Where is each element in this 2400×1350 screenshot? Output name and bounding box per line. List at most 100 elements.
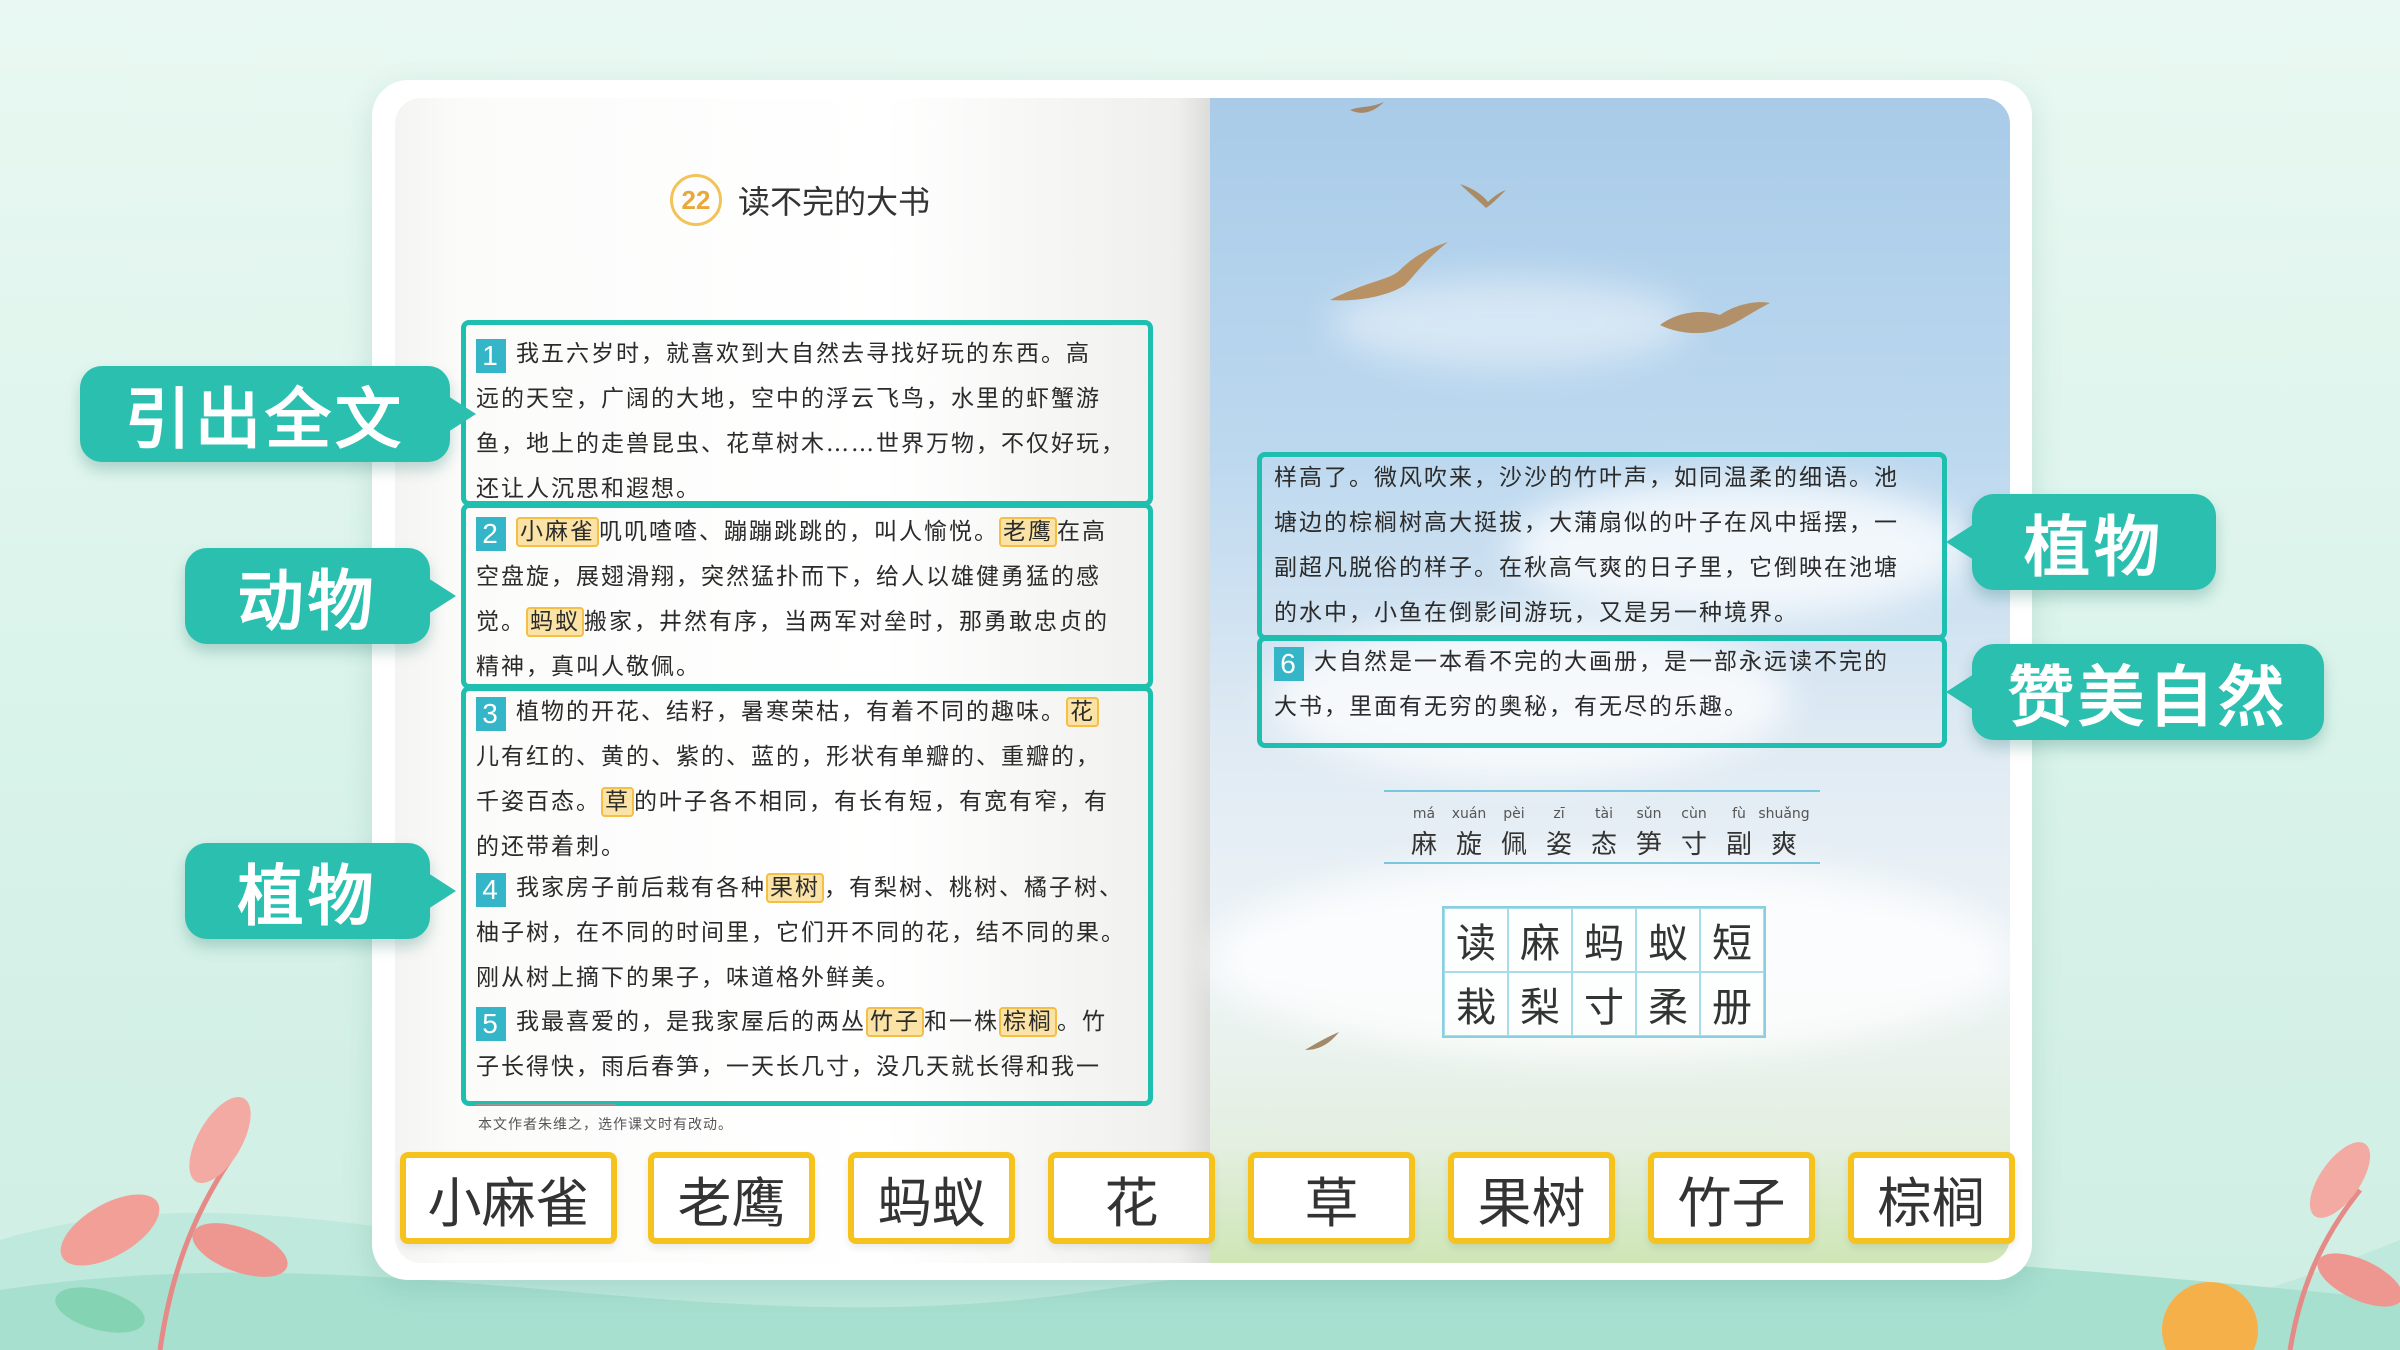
text-segment: 和一株 bbox=[924, 1009, 999, 1035]
text-line: 远的天空，广阔的大地，空中的浮云飞鸟，水里的虾蟹游 bbox=[476, 377, 1136, 422]
paragraph-2: 2 小麻雀 叽叽喳喳、蹦蹦跳跳的，叫人愉悦。 老鹰 在高 空盘旋，展翅滑翔，突然猛扑而下，… bbox=[476, 510, 1136, 690]
text-segment: 样高了。微风吹来，沙沙的竹叶声，如同温柔的细语。池 bbox=[1274, 465, 1899, 491]
text-segment: 精神，真叫人敬佩。 bbox=[476, 654, 701, 680]
vocab-character: 姿 bbox=[1545, 830, 1572, 860]
vocab-pinyin: tài bbox=[1595, 806, 1613, 822]
text-segment: 搬家，井然有序，当两军对垒时，那勇敢忠贞的 bbox=[584, 609, 1109, 635]
writing-grid-character: 寸 bbox=[1572, 972, 1636, 1036]
vocab-item: má 麻 bbox=[1410, 806, 1438, 861]
tag-plants-left: 植物 bbox=[185, 843, 456, 939]
text-segment: 鱼，地上的走兽昆虫、花草树木……世界万物，不仅好玩， bbox=[476, 431, 1126, 457]
paragraph-number: 4 bbox=[476, 873, 506, 907]
paragraph-3: 3 植物的开花、结籽，暑寒荣枯，有着不同的趣味。花儿有红的、黄的、紫的、蓝的，形状… bbox=[476, 690, 1136, 870]
vocab-pinyin: xuán bbox=[1451, 806, 1487, 822]
text-segment: 刚从树上摘下的果子，味道格外鲜美。 bbox=[476, 965, 901, 991]
paragraph-6: 6 大自然是一本看不完的大画册，是一部永远读不完的大书，里面有无穷的奥秘，有无尽的… bbox=[1274, 640, 1929, 730]
tag-plants-right: 植物 bbox=[1946, 494, 2216, 590]
highlighted-word: 小麻雀 bbox=[516, 517, 599, 547]
word-card[interactable]: 老鹰 bbox=[648, 1152, 815, 1244]
text-segment: 的还带着刺。 bbox=[476, 834, 626, 860]
vocab-item: fù 副 bbox=[1725, 806, 1753, 861]
word-card[interactable]: 花 bbox=[1048, 1152, 1215, 1244]
text-segment: 叽叽喳喳、蹦蹦跳跳的，叫人愉悦。 bbox=[599, 519, 999, 545]
tag-animals: 动物 bbox=[185, 548, 456, 644]
text-line: 副超凡脱俗的样子。在秋高气爽的日子里，它倒映在池塘 bbox=[1274, 546, 1929, 591]
vocab-item: pèi 佩 bbox=[1500, 806, 1528, 861]
paragraph-4: 4 我家房子前后栽有各种 果树 ，有梨树、桃树、橘子树、柚子树，在不同的时间里，它们开… bbox=[476, 866, 1136, 1001]
vocab-item: shuǎng 爽 bbox=[1758, 806, 1809, 861]
word-card[interactable]: 草 bbox=[1248, 1152, 1415, 1244]
paragraph-1: 1 我五六岁时，就喜欢到大自然去寻找好玩的东西。高远的天空，广阔的大地，空中的浮云… bbox=[476, 332, 1136, 512]
lesson-number-badge: 22 bbox=[670, 174, 722, 226]
text-segment: 在高 bbox=[1057, 519, 1107, 545]
bird-illustration bbox=[1460, 184, 1506, 208]
word-card[interactable]: 棕榈 bbox=[1848, 1152, 2015, 1244]
vocab-character: 寸 bbox=[1680, 830, 1707, 860]
vocab-item: cùn 寸 bbox=[1680, 806, 1708, 861]
writing-grid-character: 册 bbox=[1700, 972, 1764, 1036]
vocab-pinyin: fù bbox=[1732, 806, 1746, 822]
vocab-list: má 麻 xuán 旋 pèi 佩 zī 姿 tài 态 sǔn 笋 cùn 寸 fù 副 shuǎng 爽 bbox=[1410, 806, 1810, 861]
vocab-pinyin: cùn bbox=[1681, 806, 1707, 822]
text-line: 还让人沉思和遐想。 bbox=[476, 467, 1136, 512]
text-segment: 的水中，小鱼在倒影间游玩，又是另一种境界。 bbox=[1274, 600, 1799, 626]
text-line: 塘边的棕榈树高大挺拔，大蒲扇似的叶子在风中摇摆，一 bbox=[1274, 501, 1929, 546]
paragraph-number: 3 bbox=[476, 697, 506, 731]
word-card[interactable]: 小麻雀 bbox=[400, 1152, 617, 1244]
text-segment: 我家房子前后栽有各种 bbox=[516, 875, 766, 901]
vocab-item: zī 姿 bbox=[1545, 806, 1573, 861]
text-line: 3 植物的开花、结籽，暑寒荣枯，有着不同的趣味。花 bbox=[476, 690, 1136, 735]
text-segment: 子长得快，雨后春笋，一天长几寸，没几天就长得和我一 bbox=[476, 1054, 1101, 1080]
word-card[interactable]: 蚂蚁 bbox=[848, 1152, 1015, 1244]
vocab-character: 旋 bbox=[1455, 830, 1482, 860]
leaf-decoration-right bbox=[2162, 1142, 2400, 1350]
paragraph-number: 1 bbox=[476, 339, 506, 373]
vocab-item: xuán 旋 bbox=[1452, 806, 1487, 861]
text-line: 柚子树，在不同的时间里，它们开不同的花，结不同的果。 bbox=[476, 911, 1136, 956]
paragraph-5: 5 我最喜爱的，是我家屋后的两丛 竹子 和一株 棕榈 。竹子长得快，雨后春笋，一天长几寸，… bbox=[476, 1000, 1136, 1090]
vocab-character: 佩 bbox=[1500, 830, 1527, 860]
text-segment: 觉。 bbox=[476, 609, 526, 635]
vocab-bottom-line bbox=[1384, 862, 1820, 864]
text-line: 大书，里面有无穷的奥秘，有无尽的乐趣。 bbox=[1274, 685, 1929, 730]
text-segment: 的叶子各不相同，有长有短，有宽有窄，有 bbox=[634, 789, 1109, 815]
text-segment: 还让人沉思和遐想。 bbox=[476, 476, 701, 502]
vocab-top-line bbox=[1384, 790, 1820, 792]
text-line: 子长得快，雨后春笋，一天长几寸，没几天就长得和我一 bbox=[476, 1045, 1136, 1090]
word-card[interactable]: 竹子 bbox=[1648, 1152, 1815, 1244]
highlighted-word: 竹子 bbox=[866, 1007, 924, 1037]
text-line: 的水中，小鱼在倒影间游玩，又是另一种境界。 bbox=[1274, 591, 1929, 636]
paragraph-number: 2 bbox=[476, 517, 506, 551]
text-segment: 远的天空，广阔的大地，空中的浮云飞鸟，水里的虾蟹游 bbox=[476, 386, 1101, 412]
text-line: 空盘旋，展翅滑翔，突然猛扑而下，给人以雄健勇猛的感 bbox=[476, 555, 1136, 600]
tag-praise-nature: 赞美自然 bbox=[1946, 644, 2324, 740]
vocab-character: 副 bbox=[1725, 830, 1752, 860]
bird-illustration bbox=[1350, 102, 1384, 113]
vocab-item: sǔn 笋 bbox=[1635, 806, 1663, 861]
writing-grid-character: 梨 bbox=[1508, 972, 1572, 1036]
text-line: 5 我最喜爱的，是我家屋后的两丛 竹子 和一株 棕榈 。竹 bbox=[476, 1000, 1136, 1045]
vocab-pinyin: má bbox=[1412, 806, 1436, 822]
text-segment: 副超凡脱俗的样子。在秋高气爽的日子里，它倒映在池塘 bbox=[1274, 555, 1899, 581]
text-line: 1 我五六岁时，就喜欢到大自然去寻找好玩的东西。高 bbox=[476, 332, 1136, 377]
text-line: 4 我家房子前后栽有各种 果树 ，有梨树、桃树、橘子树、 bbox=[476, 866, 1136, 911]
highlighted-word: 棕榈 bbox=[999, 1007, 1057, 1037]
paragraph-number: 5 bbox=[476, 1007, 506, 1041]
tag-intro: 引出全文 bbox=[80, 366, 476, 462]
writing-grid-character: 麻 bbox=[1508, 908, 1572, 972]
bird-illustration bbox=[1305, 1032, 1339, 1050]
highlighted-word: 草 bbox=[601, 787, 634, 817]
highlighted-word: 果树 bbox=[766, 873, 824, 903]
vocab-character: 麻 bbox=[1410, 830, 1437, 860]
word-card[interactable]: 果树 bbox=[1448, 1152, 1615, 1244]
text-segment: 大自然是一本看不完的大画册，是一部永远读不完的 bbox=[1314, 649, 1889, 675]
writing-grid-character: 蚂 bbox=[1572, 908, 1636, 972]
text-line: 刚从树上摘下的果子，味道格外鲜美。 bbox=[476, 956, 1136, 1001]
paragraph-number: 6 bbox=[1274, 647, 1304, 681]
text-line: 千姿百态。草的叶子各不相同，有长有短，有宽有窄，有 bbox=[476, 780, 1136, 825]
text-segment: ，有梨树、桃树、橘子树、 bbox=[824, 875, 1124, 901]
writing-grid-character: 柔 bbox=[1636, 972, 1700, 1036]
vocab-item: tài 态 bbox=[1590, 806, 1618, 861]
text-segment: 大书，里面有无穷的奥秘，有无尽的乐趣。 bbox=[1274, 694, 1749, 720]
writing-grid-character: 栽 bbox=[1444, 972, 1508, 1036]
